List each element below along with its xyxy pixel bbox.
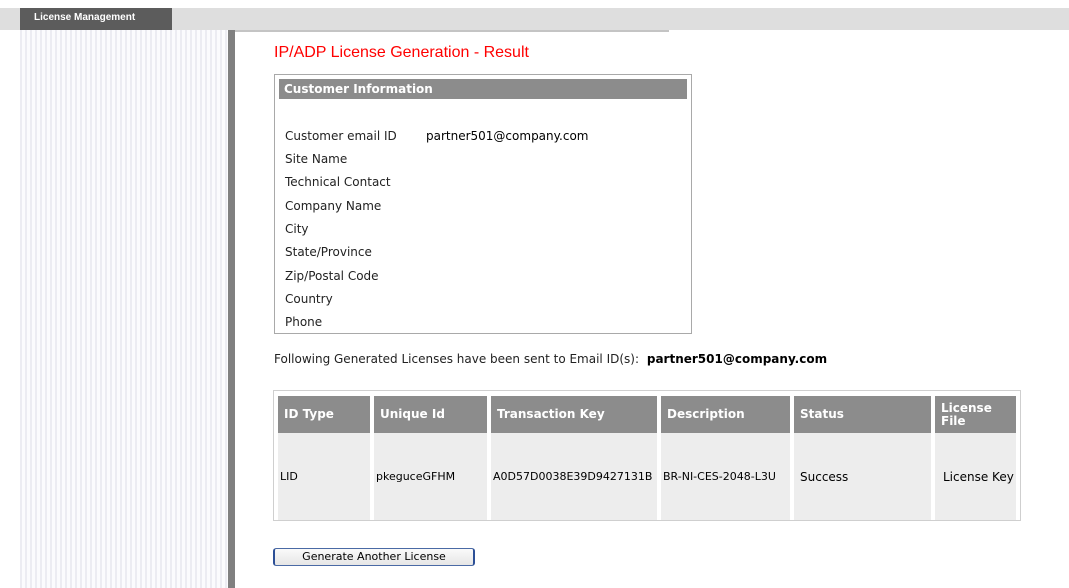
technical-contact-label: Technical Contact: [285, 175, 391, 189]
tab-strip-underline: [172, 30, 669, 32]
license-table: ID Type Unique Id Transaction Key Descri…: [274, 396, 1020, 520]
customer-email-value: partner501@company.com: [426, 129, 589, 143]
sent-notice: Following Generated Licenses have been s…: [274, 352, 827, 366]
license-table-panel: ID Type Unique Id Transaction Key Descri…: [273, 390, 1021, 521]
col-header-description: Description: [661, 396, 790, 433]
tab-license-management[interactable]: License Management: [20, 8, 172, 30]
sent-notice-text: Following Generated Licenses have been s…: [274, 352, 640, 366]
generate-another-license-button[interactable]: Generate Another License: [273, 548, 475, 566]
col-header-transaction-key: Transaction Key: [491, 396, 657, 433]
country-label: Country: [285, 292, 333, 306]
cell-status: Success: [794, 433, 931, 520]
col-header-status: Status: [794, 396, 931, 433]
phone-label: Phone: [285, 315, 323, 329]
sidebar: [20, 30, 228, 588]
customer-info-panel: Customer Information Customer email ID p…: [274, 74, 692, 334]
cell-unique-id: pkeguceGFHM: [374, 433, 487, 520]
tab-strip: License Management: [0, 8, 1069, 32]
col-header-id-type: ID Type: [278, 396, 370, 433]
col-header-unique-id: Unique Id: [374, 396, 487, 433]
customer-email-label: Customer email ID: [285, 129, 397, 143]
cell-transaction-key: A0D57D0038E39D9427131B: [491, 433, 657, 520]
col-header-license-file: License File: [935, 396, 1016, 433]
customer-info-header: Customer Information: [279, 79, 687, 99]
zip-postal-code-label: Zip/Postal Code: [285, 269, 379, 283]
sidebar-divider: [228, 30, 235, 588]
license-key-link[interactable]: License Key: [935, 433, 1016, 520]
table-row: LID pkeguceGFHM A0D57D0038E39D9427131B B…: [278, 433, 1016, 520]
city-label: City: [285, 222, 309, 236]
cell-description: BR-NI-CES-2048-L3U: [661, 433, 790, 520]
sent-email: partner501@company.com: [646, 352, 828, 366]
state-province-label: State/Province: [285, 245, 372, 259]
company-name-label: Company Name: [285, 199, 382, 213]
page-title: IP/ADP License Generation - Result: [274, 44, 529, 61]
license-table-header-row: ID Type Unique Id Transaction Key Descri…: [278, 396, 1016, 433]
cell-id-type: LID: [278, 433, 370, 520]
site-name-label: Site Name: [285, 152, 348, 166]
